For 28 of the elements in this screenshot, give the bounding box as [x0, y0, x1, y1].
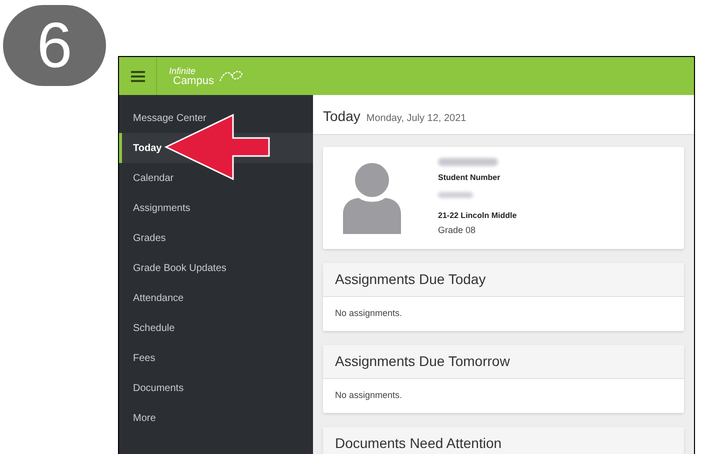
sidebar-item[interactable]: Assignments: [119, 193, 313, 223]
section-title: Assignments Due Today: [335, 270, 486, 289]
step-number-badge: 6: [3, 5, 106, 86]
blurred-number: [438, 192, 473, 198]
logo-swoosh-icon: [218, 69, 244, 83]
sidebar-item[interactable]: Documents: [119, 373, 313, 403]
sidebar-item[interactable]: Fees: [119, 343, 313, 373]
school-name: 21-22 Lincoln Middle: [438, 210, 517, 222]
empty-message: No assignments.: [335, 389, 402, 402]
page-title: Today: [323, 107, 360, 126]
sidebar-item[interactable]: Message Center: [119, 103, 313, 133]
blurred-name: [438, 158, 498, 166]
sidebar-item[interactable]: Calendar: [119, 163, 313, 193]
logo-text: Campus: [173, 76, 214, 86]
menu-icon[interactable]: [130, 70, 144, 82]
avatar-silhouette-icon: [343, 162, 401, 234]
sidebar-item[interactable]: Attendance: [119, 283, 313, 313]
student-number-label: Student Number: [438, 172, 502, 184]
section-title: Documents Need Attention: [335, 434, 502, 453]
sidebar-item[interactable]: Grades: [119, 223, 313, 253]
sidebar-item[interactable]: More: [119, 403, 313, 433]
page-date: Monday, July 12, 2021: [366, 112, 466, 126]
sidebar-item[interactable]: Grade Book Updates: [119, 253, 313, 283]
logo-text: Infinite: [169, 66, 197, 76]
empty-message: No assignments.: [335, 307, 402, 320]
sidebar-item[interactable]: Schedule: [119, 313, 313, 343]
grade-level: Grade 08: [438, 224, 477, 238]
section-title: Assignments Due Tomorrow: [335, 352, 510, 371]
